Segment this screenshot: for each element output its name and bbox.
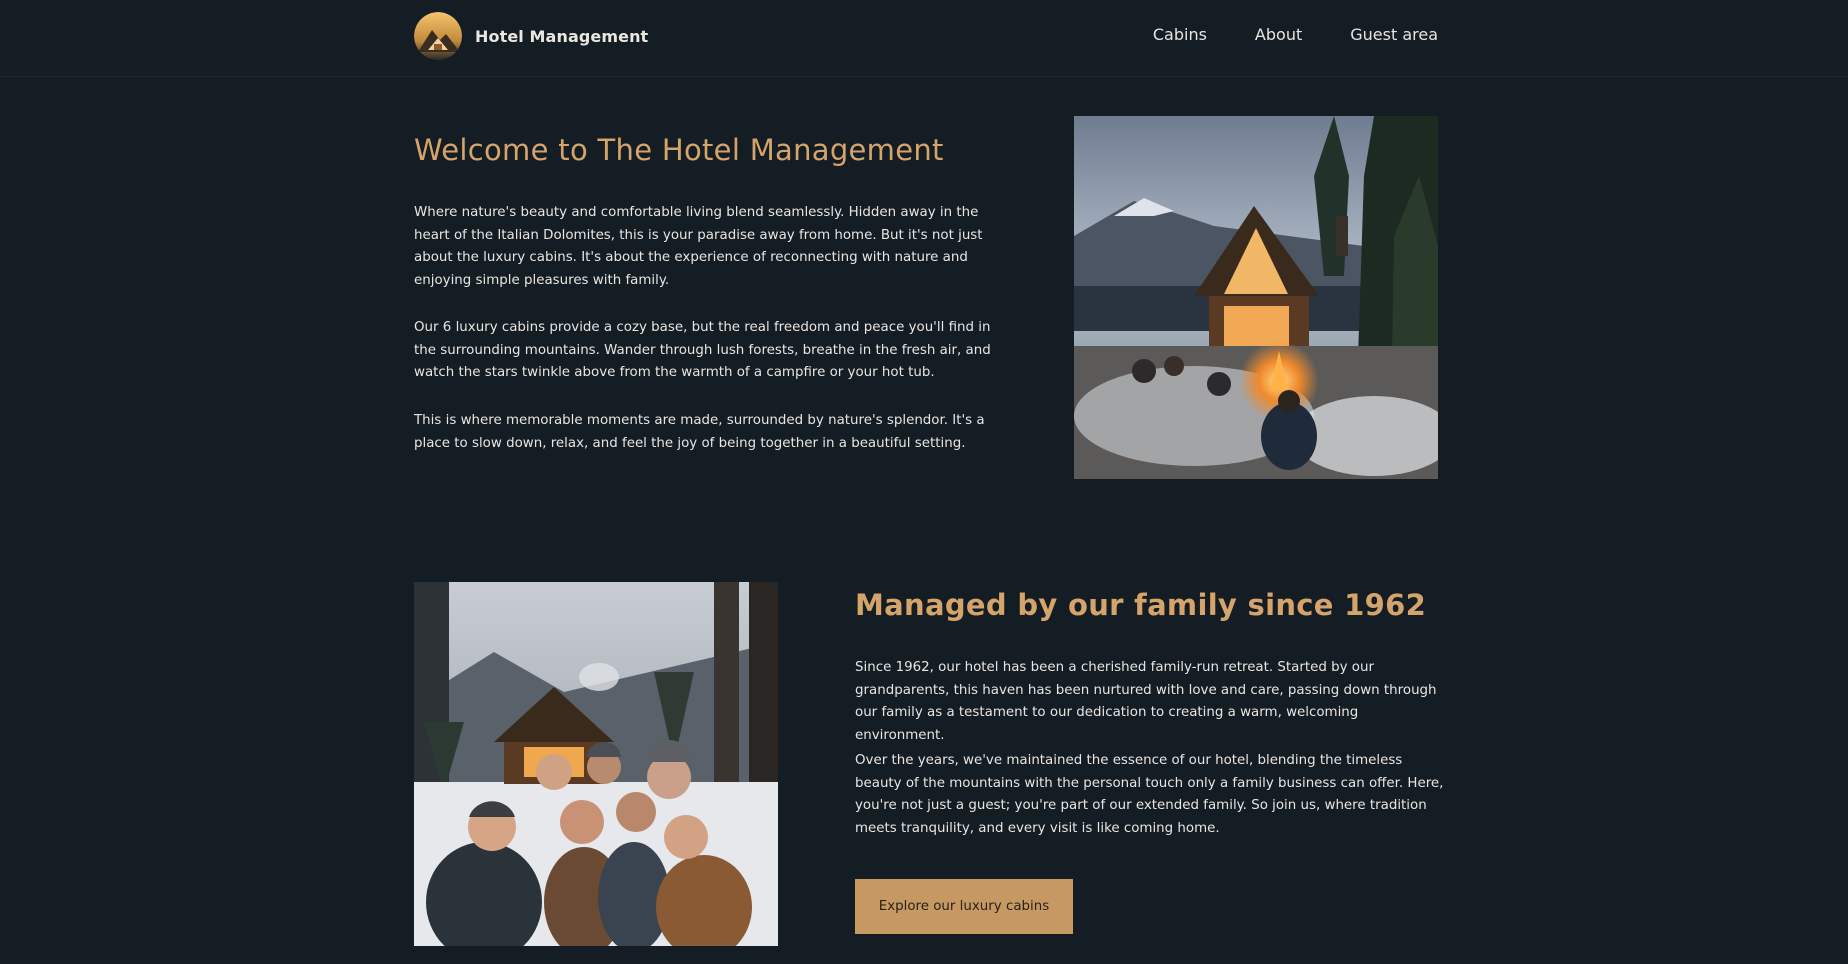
logo-icon (414, 12, 462, 60)
welcome-paragraph-3: This is where memorable moments are made… (414, 413, 985, 451)
family-paragraph-1: Since 1962, our hotel has been a cherish… (855, 660, 1437, 743)
family-photo-image (414, 582, 778, 946)
site-header: Hotel Management Cabins About Guest area (0, 0, 1848, 77)
explore-cabins-button[interactable]: Explore our luxury cabins (855, 879, 1073, 934)
family-title: Managed by our family since 1962 (855, 588, 1427, 622)
nav-guest-area[interactable]: Guest area (1350, 25, 1438, 44)
brand-link[interactable]: Hotel Management (414, 12, 648, 60)
brand-name: Hotel Management (475, 26, 649, 46)
main-nav: Cabins About Guest area (1105, 25, 1438, 44)
welcome-title: Welcome to The Hotel Management (414, 133, 944, 167)
family-paragraph-2: Over the years, we've maintained the ess… (855, 753, 1444, 836)
cabin-campfire-image (1074, 116, 1438, 479)
welcome-paragraph-1: Where nature's beauty and comfortable li… (414, 205, 983, 288)
welcome-paragraph-2: Our 6 luxury cabins provide a cozy base,… (414, 320, 991, 380)
nav-cabins[interactable]: Cabins (1153, 25, 1207, 44)
nav-about[interactable]: About (1255, 25, 1302, 44)
